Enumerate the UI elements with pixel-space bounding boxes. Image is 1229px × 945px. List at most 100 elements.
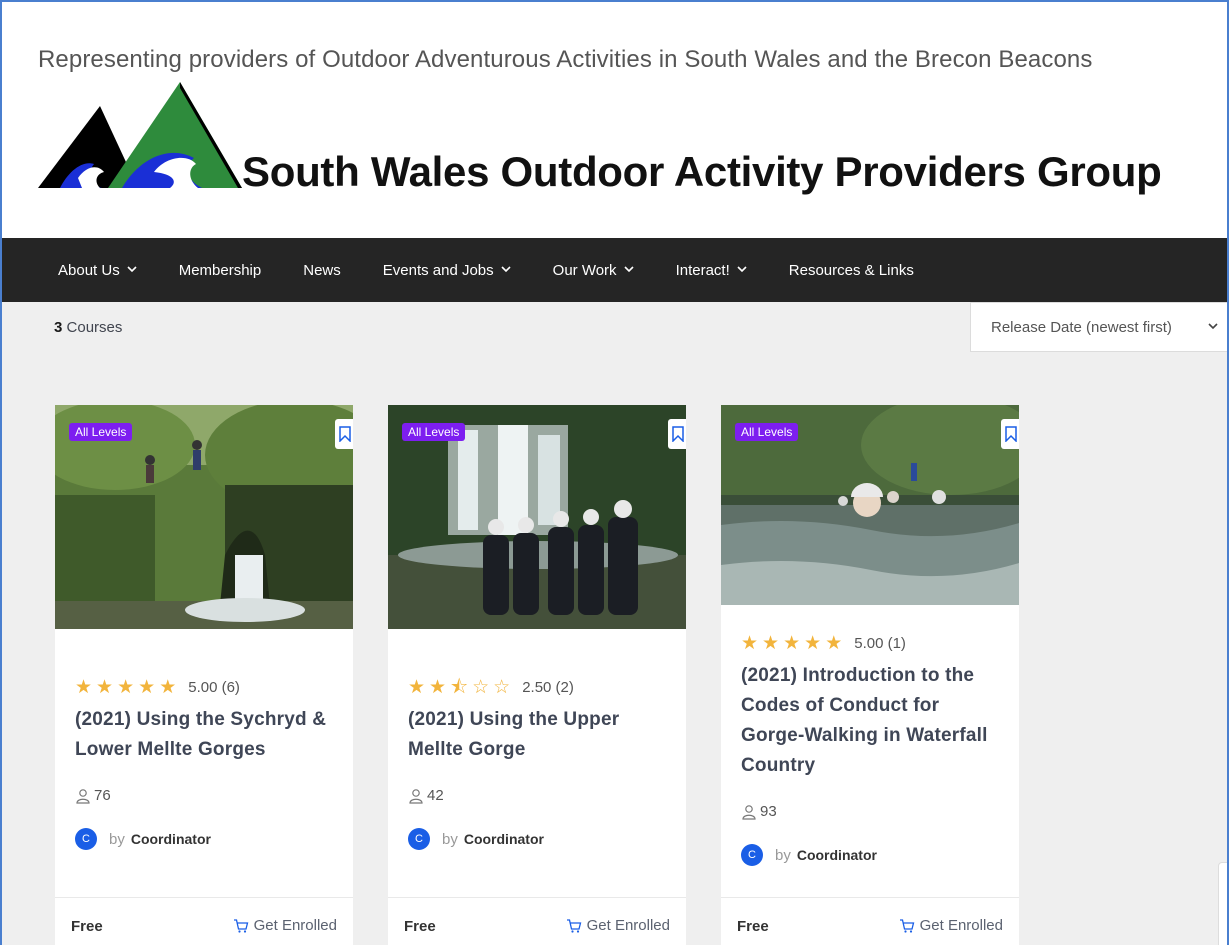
- cart-icon: [233, 918, 248, 933]
- sort-selected-value: Release Date (newest first): [991, 318, 1172, 336]
- bookmark-icon[interactable]: [335, 419, 353, 449]
- star-full-icon: ★: [741, 633, 759, 654]
- star-full-icon: ★: [804, 633, 822, 654]
- rating-value: 5.00 (1): [854, 635, 906, 652]
- nav-item-news[interactable]: News: [303, 262, 341, 279]
- course-listing: 3 Courses Release Date (newest first) Al…: [2, 302, 1227, 945]
- enrolled-number: 93: [760, 803, 777, 820]
- rating-value: 2.50 (2): [522, 679, 574, 696]
- chevron-down-icon: [1208, 319, 1218, 333]
- star-full-icon: ★: [408, 677, 426, 698]
- user-icon: [76, 788, 90, 804]
- author-name[interactable]: Coordinator: [797, 847, 877, 863]
- nav-item-label: About Us: [58, 261, 120, 279]
- avatar: C: [741, 844, 763, 866]
- star-full-icon: ★: [75, 677, 93, 698]
- star-full-icon: ★: [96, 677, 114, 698]
- nav-item-label: News: [303, 261, 341, 279]
- site-logo-icon[interactable]: [38, 82, 242, 190]
- nav-item-label: Resources & Links: [788, 261, 914, 279]
- author-name[interactable]: Coordinator: [464, 831, 544, 847]
- floating-widget[interactable]: [1218, 862, 1227, 945]
- course-author: C by Coordinator: [408, 828, 544, 850]
- star-full-icon: ★: [159, 677, 177, 698]
- get-enrolled-button[interactable]: Get Enrolled: [233, 917, 337, 934]
- author-name[interactable]: Coordinator: [131, 831, 211, 847]
- site-tagline: Representing providers of Outdoor Advent…: [38, 46, 1093, 73]
- enrolled-count: 76: [75, 787, 111, 804]
- course-price: Free: [71, 918, 103, 935]
- nav-item-events-and-jobs[interactable]: Events and Jobs: [383, 262, 511, 279]
- course-price: Free: [404, 918, 436, 935]
- star-empty-icon: ☆: [472, 677, 490, 698]
- course-count-number: 3: [54, 319, 63, 336]
- enrolled-number: 76: [94, 787, 111, 804]
- author-prefix: by: [109, 830, 125, 848]
- course-thumbnail[interactable]: All Levels: [388, 405, 686, 629]
- site-header: Representing providers of Outdoor Advent…: [2, 2, 1227, 238]
- star-half-icon: ⯪: [450, 677, 469, 698]
- course-price: Free: [737, 918, 769, 935]
- bookmark-icon[interactable]: [1001, 419, 1019, 449]
- bookmark-icon[interactable]: [668, 419, 686, 449]
- enrolled-count: 93: [741, 803, 777, 820]
- star-full-icon: ★: [429, 677, 447, 698]
- course-card[interactable]: All Levels ★ ★ ★ ★ ★ 5.00 (1) (2021) Int…: [721, 405, 1019, 945]
- nav-item-resources-links[interactable]: Resources & Links: [789, 262, 914, 279]
- sort-select[interactable]: Release Date (newest first): [970, 302, 1227, 352]
- card-divider: [55, 897, 353, 898]
- nav-item-label: Membership: [178, 261, 262, 279]
- nav-item-membership[interactable]: Membership: [179, 262, 262, 279]
- avatar: C: [408, 828, 430, 850]
- user-icon: [742, 804, 756, 820]
- chevron-down-icon: [737, 264, 747, 276]
- chevron-down-icon: [127, 264, 137, 276]
- get-enrolled-label: Get Enrolled: [253, 917, 337, 934]
- star-full-icon: ★: [825, 633, 843, 654]
- nav-item-interact[interactable]: Interact!: [676, 262, 747, 279]
- course-title[interactable]: (2021) Using the Sychryd & Lower Mellte …: [75, 705, 337, 765]
- course-count-label: Courses: [66, 319, 123, 336]
- chevron-down-icon: [501, 264, 511, 276]
- cart-icon: [899, 918, 914, 933]
- course-count: 3 Courses: [54, 319, 122, 336]
- avatar: C: [75, 828, 97, 850]
- author-prefix: by: [442, 830, 458, 848]
- nav-item-label: Events and Jobs: [382, 261, 494, 279]
- star-full-icon: ★: [762, 633, 780, 654]
- get-enrolled-label: Get Enrolled: [586, 917, 670, 934]
- get-enrolled-button[interactable]: Get Enrolled: [899, 917, 1003, 934]
- level-badge: All Levels: [69, 423, 133, 441]
- enrolled-count: 42: [408, 787, 444, 804]
- nav-item-label: Interact!: [675, 261, 730, 279]
- nav-item-about-us[interactable]: About Us: [58, 262, 137, 279]
- site-title[interactable]: South Wales Outdoor Activity Providers G…: [242, 148, 1162, 196]
- nav-item-label: Our Work: [552, 261, 617, 279]
- course-thumbnail[interactable]: All Levels: [55, 405, 353, 629]
- page-frame: Representing providers of Outdoor Advent…: [0, 0, 1229, 945]
- enrolled-number: 42: [427, 787, 444, 804]
- rating-value: 5.00 (6): [188, 679, 240, 696]
- level-badge: All Levels: [735, 423, 799, 441]
- course-card[interactable]: All Levels ★ ★ ⯪ ☆ ☆ 2.50 (2) (2021) Usi…: [388, 405, 686, 945]
- user-icon: [409, 788, 423, 804]
- star-full-icon: ★: [783, 633, 801, 654]
- course-title[interactable]: (2021) Using the Upper Mellte Gorge: [408, 705, 670, 765]
- star-empty-icon: ☆: [493, 677, 511, 698]
- course-author: C by Coordinator: [741, 844, 877, 866]
- card-divider: [388, 897, 686, 898]
- level-badge: All Levels: [402, 423, 466, 441]
- course-author: C by Coordinator: [75, 828, 211, 850]
- get-enrolled-button[interactable]: Get Enrolled: [566, 917, 670, 934]
- main-nav: About Us Membership News Events and Jobs…: [2, 238, 1227, 302]
- nav-item-our-work[interactable]: Our Work: [553, 262, 634, 279]
- course-rating: ★ ★ ★ ★ ★ 5.00 (6): [75, 678, 240, 697]
- author-prefix: by: [775, 846, 791, 864]
- cart-icon: [566, 918, 581, 933]
- course-card[interactable]: All Levels ★ ★ ★ ★ ★ 5.00 (6) (2021) Usi…: [55, 405, 353, 945]
- get-enrolled-label: Get Enrolled: [919, 917, 1003, 934]
- star-full-icon: ★: [138, 677, 156, 698]
- course-rating: ★ ★ ⯪ ☆ ☆ 2.50 (2): [408, 678, 574, 697]
- course-thumbnail[interactable]: All Levels: [721, 405, 1019, 605]
- course-title[interactable]: (2021) Introduction to the Codes of Cond…: [741, 661, 1003, 781]
